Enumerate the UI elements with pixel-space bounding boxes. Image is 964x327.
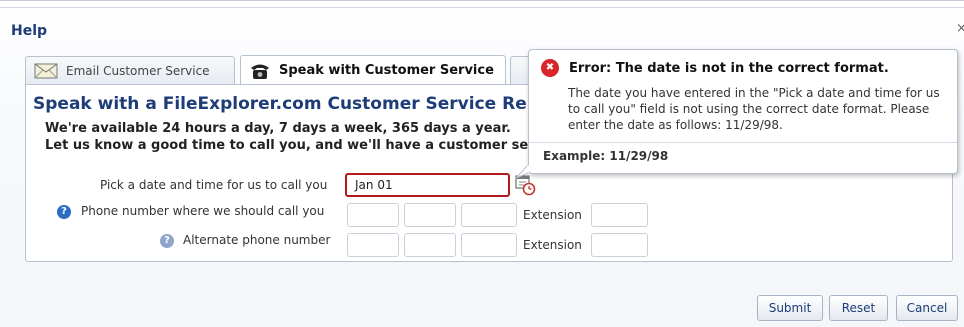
alt-phone-extension-field[interactable] xyxy=(591,233,648,257)
call-time-text: Let us know a good time to call you, and… xyxy=(45,138,529,153)
cancel-button[interactable]: Cancel xyxy=(896,295,958,321)
telephone-icon xyxy=(249,62,271,80)
tooltip-pointer xyxy=(515,165,529,179)
phone-help-icon[interactable]: ? xyxy=(57,205,71,219)
alt-phone-help-icon[interactable]: ? xyxy=(160,234,174,248)
close-icon[interactable]: × xyxy=(956,21,964,36)
error-title: Error: The date is not in the correct fo… xyxy=(569,61,889,76)
tab-email-customer-service[interactable]: Email Customer Service xyxy=(25,56,235,84)
alt-phone-extension-label: Extension xyxy=(523,238,582,252)
date-time-input[interactable]: Jan 01 xyxy=(345,173,510,197)
alt-phone-area-code-field[interactable] xyxy=(347,233,399,257)
reset-button[interactable]: Reset xyxy=(829,295,888,321)
alt-phone-line-field[interactable] xyxy=(461,233,517,257)
dialog-top-strip xyxy=(0,1,964,8)
tab-label: Email Customer Service xyxy=(66,63,210,78)
phone-line-field[interactable] xyxy=(461,203,517,227)
alt-phone-prefix-field[interactable] xyxy=(404,233,456,257)
phone-prefix-field[interactable] xyxy=(404,203,456,227)
date-time-label: Pick a date and time for us to call you xyxy=(100,178,328,192)
error-example: Example: 11/29/98 xyxy=(543,149,669,163)
error-message: The date you have entered in the "Pick a… xyxy=(568,86,940,132)
panel-heading: Speak with a FileExplorer.com Customer S… xyxy=(33,94,529,114)
error-tooltip: ✖ Error: The date is not in the correct … xyxy=(528,49,958,174)
alt-phone-label: Alternate phone number xyxy=(183,233,331,247)
phone-label: Phone number where we should call you xyxy=(81,204,325,218)
envelope-icon xyxy=(34,63,58,79)
dialog-title: Help xyxy=(11,23,48,39)
error-divider xyxy=(529,142,957,143)
tab-speak-with-customer-service[interactable]: Speak with Customer Service xyxy=(240,55,506,85)
phone-extension-field[interactable] xyxy=(591,203,648,227)
submit-button[interactable]: Submit xyxy=(757,295,823,321)
error-icon: ✖ xyxy=(541,59,559,77)
help-dialog: Help × Email Customer Service Speak with… xyxy=(0,0,964,327)
tab-label: Speak with Customer Service xyxy=(279,63,494,78)
phone-area-code-field[interactable] xyxy=(347,203,399,227)
availability-text: We're available 24 hours a day, 7 days a… xyxy=(45,121,511,136)
phone-extension-label: Extension xyxy=(523,208,582,222)
